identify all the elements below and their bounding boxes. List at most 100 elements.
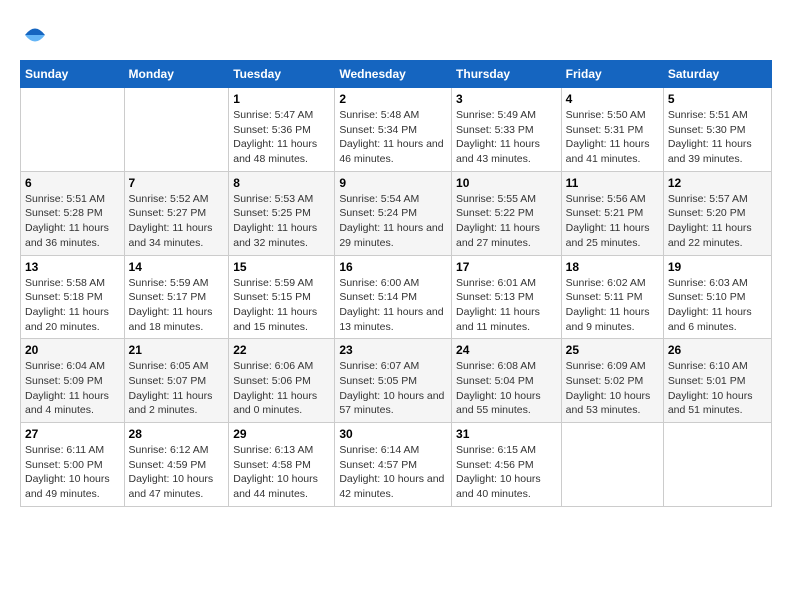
day-info: Sunrise: 6:02 AMSunset: 5:11 PMDaylight:… <box>566 276 659 335</box>
calendar-cell: 22 Sunrise: 6:06 AMSunset: 5:06 PMDayligh… <box>229 339 335 423</box>
day-number: 29 <box>233 427 330 441</box>
calendar-week-row: 13 Sunrise: 5:58 AMSunset: 5:18 PMDayligh… <box>21 255 772 339</box>
day-number: 9 <box>339 176 447 190</box>
day-info: Sunrise: 6:06 AMSunset: 5:06 PMDaylight:… <box>233 359 330 418</box>
day-info: Sunrise: 6:15 AMSunset: 4:56 PMDaylight:… <box>456 443 557 502</box>
calendar-cell: 11 Sunrise: 5:56 AMSunset: 5:21 PMDayligh… <box>561 171 663 255</box>
day-number: 26 <box>668 343 767 357</box>
day-info: Sunrise: 6:14 AMSunset: 4:57 PMDaylight:… <box>339 443 447 502</box>
calendar-cell: 5Sunrise: 5:51 AMSunset: 5:30 PMDaylight… <box>663 88 771 172</box>
day-number: 23 <box>339 343 447 357</box>
day-number: 31 <box>456 427 557 441</box>
day-number: 14 <box>129 260 225 274</box>
day-info: Sunrise: 6:12 AMSunset: 4:59 PMDaylight:… <box>129 443 225 502</box>
calendar-cell: 21Sunrise: 6:05 AMSunset: 5:07 PMDayligh… <box>124 339 229 423</box>
calendar-header-row: SundayMondayTuesdayWednesdayThursdayFrid… <box>21 61 772 88</box>
calendar-cell: 23 Sunrise: 6:07 AMSunset: 5:05 PMDayligh… <box>335 339 452 423</box>
calendar-cell: 18 Sunrise: 6:02 AMSunset: 5:11 PMDayligh… <box>561 255 663 339</box>
calendar-cell: 19 Sunrise: 6:03 AMSunset: 5:10 PMDayligh… <box>663 255 771 339</box>
calendar-week-row: 27 Sunrise: 6:11 AMSunset: 5:00 PMDayligh… <box>21 423 772 507</box>
day-info: Sunrise: 5:49 AMSunset: 5:33 PMDaylight:… <box>456 108 557 167</box>
day-number: 22 <box>233 343 330 357</box>
day-info: Sunrise: 6:11 AMSunset: 5:00 PMDaylight:… <box>25 443 120 502</box>
calendar-cell: 16 Sunrise: 6:00 AMSunset: 5:14 PMDayligh… <box>335 255 452 339</box>
day-number: 30 <box>339 427 447 441</box>
day-number: 13 <box>25 260 120 274</box>
calendar-week-row: 20 Sunrise: 6:04 AMSunset: 5:09 PMDayligh… <box>21 339 772 423</box>
calendar-cell: 28 Sunrise: 6:12 AMSunset: 4:59 PMDayligh… <box>124 423 229 507</box>
day-number: 24 <box>456 343 557 357</box>
column-header-wednesday: Wednesday <box>335 61 452 88</box>
day-number: 20 <box>25 343 120 357</box>
day-info: Sunrise: 5:59 AMSunset: 5:15 PMDaylight:… <box>233 276 330 335</box>
day-number: 8 <box>233 176 330 190</box>
day-number: 27 <box>25 427 120 441</box>
calendar-cell: 12 Sunrise: 5:57 AMSunset: 5:20 PMDayligh… <box>663 171 771 255</box>
day-info: Sunrise: 5:48 AMSunset: 5:34 PMDaylight:… <box>339 108 447 167</box>
calendar-week-row: 1 Sunrise: 5:47 AMSunset: 5:36 PMDaylight… <box>21 88 772 172</box>
calendar-cell: 30 Sunrise: 6:14 AMSunset: 4:57 PMDayligh… <box>335 423 452 507</box>
calendar-cell: 25 Sunrise: 6:09 AMSunset: 5:02 PMDayligh… <box>561 339 663 423</box>
column-header-friday: Friday <box>561 61 663 88</box>
column-header-thursday: Thursday <box>452 61 562 88</box>
calendar-cell: 26 Sunrise: 6:10 AMSunset: 5:01 PMDayligh… <box>663 339 771 423</box>
day-number: 12 <box>668 176 767 190</box>
calendar-cell: 7Sunrise: 5:52 AMSunset: 5:27 PMDaylight… <box>124 171 229 255</box>
calendar-cell: 15 Sunrise: 5:59 AMSunset: 5:15 PMDayligh… <box>229 255 335 339</box>
column-header-tuesday: Tuesday <box>229 61 335 88</box>
day-number: 18 <box>566 260 659 274</box>
day-info: Sunrise: 6:07 AMSunset: 5:05 PMDaylight:… <box>339 359 447 418</box>
calendar-table: SundayMondayTuesdayWednesdayThursdayFrid… <box>20 60 772 507</box>
day-number: 4 <box>566 92 659 106</box>
day-number: 15 <box>233 260 330 274</box>
day-number: 17 <box>456 260 557 274</box>
day-info: Sunrise: 6:03 AMSunset: 5:10 PMDaylight:… <box>668 276 767 335</box>
column-header-sunday: Sunday <box>21 61 125 88</box>
day-info: Sunrise: 5:53 AMSunset: 5:25 PMDaylight:… <box>233 192 330 251</box>
day-number: 16 <box>339 260 447 274</box>
day-number: 19 <box>668 260 767 274</box>
day-info: Sunrise: 5:52 AMSunset: 5:27 PMDaylight:… <box>129 192 225 251</box>
day-info: Sunrise: 6:13 AMSunset: 4:58 PMDaylight:… <box>233 443 330 502</box>
calendar-cell: 10 Sunrise: 5:55 AMSunset: 5:22 PMDayligh… <box>452 171 562 255</box>
calendar-cell <box>124 88 229 172</box>
calendar-cell <box>663 423 771 507</box>
column-header-saturday: Saturday <box>663 61 771 88</box>
day-info: Sunrise: 6:09 AMSunset: 5:02 PMDaylight:… <box>566 359 659 418</box>
day-number: 10 <box>456 176 557 190</box>
calendar-cell: 3 Sunrise: 5:49 AMSunset: 5:33 PMDaylight… <box>452 88 562 172</box>
day-number: 3 <box>456 92 557 106</box>
day-info: Sunrise: 6:00 AMSunset: 5:14 PMDaylight:… <box>339 276 447 335</box>
column-header-monday: Monday <box>124 61 229 88</box>
day-info: Sunrise: 6:10 AMSunset: 5:01 PMDaylight:… <box>668 359 767 418</box>
calendar-cell: 31 Sunrise: 6:15 AMSunset: 4:56 PMDayligh… <box>452 423 562 507</box>
calendar-cell: 9 Sunrise: 5:54 AMSunset: 5:24 PMDaylight… <box>335 171 452 255</box>
day-info: Sunrise: 5:58 AMSunset: 5:18 PMDaylight:… <box>25 276 120 335</box>
day-number: 5 <box>668 92 767 106</box>
calendar-cell: 4Sunrise: 5:50 AMSunset: 5:31 PMDaylight… <box>561 88 663 172</box>
calendar-week-row: 6 Sunrise: 5:51 AMSunset: 5:28 PMDaylight… <box>21 171 772 255</box>
day-number: 1 <box>233 92 330 106</box>
day-number: 25 <box>566 343 659 357</box>
day-number: 11 <box>566 176 659 190</box>
day-info: Sunrise: 5:55 AMSunset: 5:22 PMDaylight:… <box>456 192 557 251</box>
day-info: Sunrise: 6:04 AMSunset: 5:09 PMDaylight:… <box>25 359 120 418</box>
day-number: 28 <box>129 427 225 441</box>
day-info: Sunrise: 5:54 AMSunset: 5:24 PMDaylight:… <box>339 192 447 251</box>
calendar-cell: 17Sunrise: 6:01 AMSunset: 5:13 PMDayligh… <box>452 255 562 339</box>
calendar-cell <box>21 88 125 172</box>
logo-icon <box>20 20 50 50</box>
calendar-cell <box>561 423 663 507</box>
calendar-cell: 6 Sunrise: 5:51 AMSunset: 5:28 PMDaylight… <box>21 171 125 255</box>
calendar-cell: 8 Sunrise: 5:53 AMSunset: 5:25 PMDaylight… <box>229 171 335 255</box>
day-info: Sunrise: 5:51 AMSunset: 5:28 PMDaylight:… <box>25 192 120 251</box>
day-info: Sunrise: 5:57 AMSunset: 5:20 PMDaylight:… <box>668 192 767 251</box>
calendar-cell: 29 Sunrise: 6:13 AMSunset: 4:58 PMDayligh… <box>229 423 335 507</box>
logo <box>20 20 52 50</box>
calendar-cell: 1 Sunrise: 5:47 AMSunset: 5:36 PMDaylight… <box>229 88 335 172</box>
day-info: Sunrise: 5:47 AMSunset: 5:36 PMDaylight:… <box>233 108 330 167</box>
calendar-cell: 27 Sunrise: 6:11 AMSunset: 5:00 PMDayligh… <box>21 423 125 507</box>
day-info: Sunrise: 5:56 AMSunset: 5:21 PMDaylight:… <box>566 192 659 251</box>
day-number: 6 <box>25 176 120 190</box>
day-info: Sunrise: 6:08 AMSunset: 5:04 PMDaylight:… <box>456 359 557 418</box>
